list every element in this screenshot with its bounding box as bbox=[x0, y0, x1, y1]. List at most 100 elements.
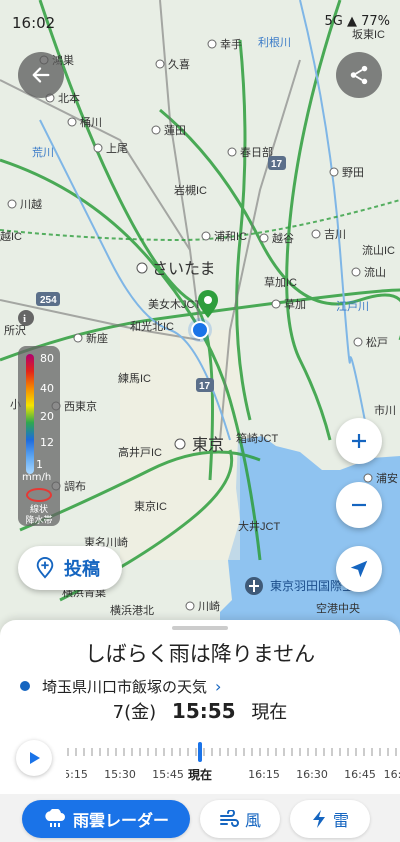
tab-thunder[interactable]: 雷 bbox=[290, 800, 370, 838]
map-label: 越谷 bbox=[272, 231, 294, 245]
map-label: 流山IC bbox=[362, 243, 395, 257]
map-label: 荒川 bbox=[32, 146, 54, 159]
timeline-ticks bbox=[67, 742, 397, 762]
map-label: 吉川 bbox=[324, 228, 346, 241]
timeline-now-label: 現在 bbox=[187, 768, 213, 782]
current-time-row: 7(金) 15:55 現在 bbox=[0, 698, 400, 724]
map-label: 東京 bbox=[192, 436, 224, 454]
forecast-headline: しばらく雨は降りません bbox=[84, 642, 316, 666]
rain-cloud-icon bbox=[45, 809, 65, 827]
wind-icon bbox=[219, 810, 239, 827]
map-label: 東京IC bbox=[134, 499, 167, 513]
zoom-out-button[interactable] bbox=[336, 482, 382, 528]
map-label: 草加 bbox=[284, 298, 306, 311]
map-label: 市川 bbox=[374, 403, 396, 417]
status-indicators: 5G ▲ 77% bbox=[324, 14, 390, 29]
plus-icon bbox=[352, 434, 366, 448]
share-icon bbox=[350, 65, 368, 85]
arrow-left-icon bbox=[32, 67, 50, 83]
rainband-label: 線状 降水帯 bbox=[25, 505, 53, 526]
map-label: さいたま bbox=[152, 260, 216, 278]
location-name: 埼玉県川口市飯塚の天気 bbox=[42, 677, 208, 696]
map-label: 野田 bbox=[342, 166, 364, 179]
tab-rain-radar[interactable]: 雨雲レーダー bbox=[22, 800, 190, 838]
map-label: 北本 bbox=[58, 91, 80, 105]
map-label: 浦和IC bbox=[214, 230, 247, 243]
map-label: 川崎 bbox=[198, 599, 220, 613]
post-button[interactable]: 投稿 bbox=[18, 546, 122, 590]
timeline-label: 16:45 bbox=[344, 768, 376, 781]
zoom-in-button[interactable] bbox=[336, 418, 382, 464]
post-button-label: 投稿 bbox=[64, 559, 100, 580]
rain-legend: 80 40 20 12 1 mm/h 線状 降水帯 bbox=[18, 346, 60, 526]
legend-tick: 40 bbox=[40, 382, 54, 395]
legend-tick: 80 bbox=[40, 352, 54, 365]
current-time: 15:55 bbox=[171, 699, 236, 723]
timeline-label: 15:15 bbox=[66, 768, 88, 781]
map-label: 高井戸IC bbox=[118, 445, 162, 459]
legend-tick: 20 bbox=[40, 410, 54, 423]
current-label: 現在 bbox=[251, 702, 288, 723]
play-button[interactable] bbox=[16, 740, 52, 776]
timeline-current-handle[interactable] bbox=[198, 742, 202, 762]
location-link[interactable]: 埼玉県川口市飯塚の天気 › bbox=[20, 674, 380, 698]
share-button[interactable] bbox=[336, 52, 382, 98]
legend-tick: 1 bbox=[36, 458, 43, 471]
map-label: 新座 bbox=[86, 331, 108, 345]
map-label: 空港中央 bbox=[316, 601, 360, 615]
legend-tick: 12 bbox=[40, 436, 54, 449]
info-icon[interactable]: i bbox=[18, 310, 34, 326]
legend-unit: mm/h bbox=[22, 472, 52, 483]
timeline-slider[interactable]: 15:15 15:30 15:45 現在 16:15 16:30 16:45 1… bbox=[66, 738, 400, 788]
map-label: 練馬IC bbox=[118, 371, 151, 385]
status-bar: 16:02 5G ▲ 77% bbox=[0, 0, 400, 46]
back-button[interactable] bbox=[18, 52, 64, 98]
timeline-label: 16:15 bbox=[248, 768, 280, 781]
timeline-label: 15:30 bbox=[104, 768, 136, 781]
route-shield: 17 bbox=[271, 159, 283, 170]
tab-label: 雷 bbox=[332, 811, 349, 830]
play-icon bbox=[30, 752, 40, 764]
map-label: 流山 bbox=[364, 265, 386, 279]
minus-icon bbox=[352, 503, 366, 507]
lightning-icon bbox=[312, 810, 325, 828]
map-label: 岩槻IC bbox=[174, 183, 207, 197]
current-date: 7(金) bbox=[112, 702, 157, 723]
map-label: 江戸川 bbox=[336, 300, 369, 313]
airport-icon bbox=[245, 577, 263, 595]
map-label: 久喜 bbox=[168, 58, 190, 71]
location-dot-icon bbox=[20, 681, 30, 691]
route-shield: 254 bbox=[40, 295, 57, 306]
bottom-tab-bar: 雨雲レーダー 風 雷 bbox=[0, 794, 400, 842]
status-time: 16:02 bbox=[12, 14, 56, 32]
timeline-label: 16:30 bbox=[296, 768, 328, 781]
rainband-icon bbox=[26, 488, 52, 502]
map-label: 松戸 bbox=[366, 335, 388, 349]
timeline-label: 16:5 bbox=[383, 768, 400, 781]
map-label: 箱崎JCT bbox=[236, 431, 278, 445]
post-pin-icon bbox=[36, 557, 54, 579]
map-label: 蓮田 bbox=[164, 123, 186, 137]
map-label: 川越 bbox=[20, 197, 42, 211]
tab-label: 風 bbox=[244, 811, 261, 830]
timeline-label: 15:45 bbox=[152, 768, 184, 781]
map-label: 大井JCT bbox=[238, 519, 280, 533]
map-label: 西東京 bbox=[64, 399, 97, 413]
svg-text:i: i bbox=[23, 313, 26, 325]
sheet-drag-handle[interactable] bbox=[172, 626, 228, 630]
tab-wind[interactable]: 風 bbox=[200, 800, 280, 838]
legend-color-bar bbox=[26, 354, 34, 474]
map-label: 桶川 bbox=[80, 115, 102, 129]
map-label: 調布 bbox=[64, 479, 86, 493]
my-location-button[interactable] bbox=[336, 546, 382, 592]
map-label: 草加IC bbox=[264, 276, 297, 289]
map-label: 美女木JCT bbox=[148, 297, 201, 311]
current-location-marker[interactable] bbox=[188, 318, 212, 342]
chevron-right-icon: › bbox=[215, 676, 222, 696]
map-label: 越IC bbox=[0, 229, 22, 243]
tab-label: 雨雲レーダー bbox=[72, 811, 169, 830]
map-label: 和光北IC bbox=[130, 319, 174, 333]
linear-rainband-legend: 線状 降水帯 bbox=[22, 488, 56, 527]
map-label: 浦安 bbox=[376, 471, 398, 485]
map-label: 上尾 bbox=[106, 142, 128, 155]
